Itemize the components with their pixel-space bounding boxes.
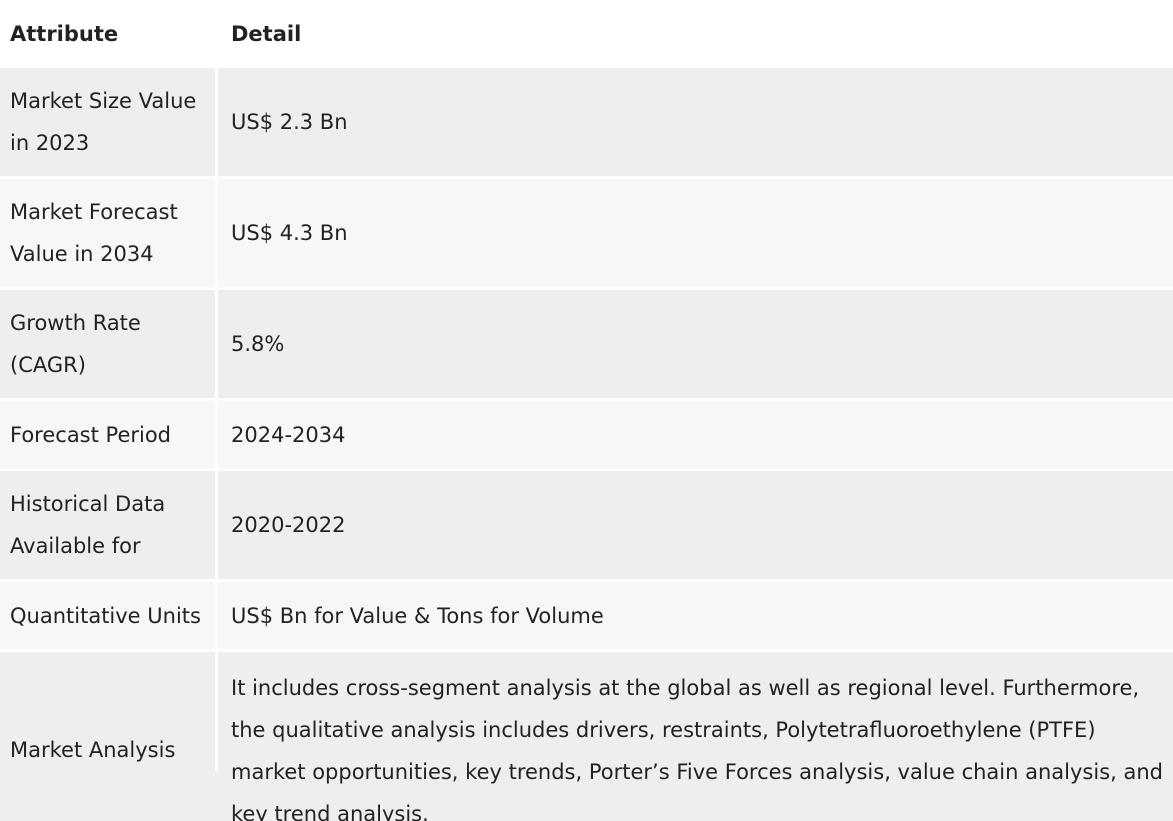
- detail-cell: 2020-2022: [231, 513, 346, 537]
- market-attributes-table: Attribute Detail Market Size Value in 20…: [0, 0, 1173, 821]
- detail-cell: It includes cross-segment analysis at th…: [231, 676, 1164, 821]
- table-header-row: Attribute Detail: [0, 0, 1173, 68]
- table-row: Quantitative Units US$ Bn for Value & To…: [0, 582, 1173, 652]
- detail-cell: US$ Bn for Value & Tons for Volume: [231, 603, 604, 628]
- attribute-cell: Growth Rate (CAGR): [0, 290, 218, 398]
- detail-cell: 5.8%: [231, 332, 285, 356]
- table-row: Forecast Period 2024-2034: [0, 401, 1173, 471]
- table-row: Growth Rate (CAGR) 5.8%: [0, 290, 1173, 401]
- table-row: Historical Data Available for 2020-2022: [0, 471, 1173, 582]
- detail-cell: 2024-2034: [231, 422, 346, 447]
- table-row: Market Forecast Value in 2034 US$ 4.3 Bn: [0, 179, 1173, 290]
- attribute-cell: Historical Data Available for: [0, 471, 218, 579]
- attribute-cell: Market Forecast Value in 2034: [0, 179, 218, 287]
- header-attribute: Attribute: [10, 22, 119, 46]
- attribute-cell: Market Size Value in 2023: [0, 68, 218, 176]
- attribute-cell: Quantitative Units: [0, 582, 218, 649]
- detail-cell: US$ 4.3 Bn: [231, 221, 348, 245]
- table-row: Market Analysis It includes cross-segmen…: [0, 652, 1173, 821]
- header-detail: Detail: [231, 22, 302, 46]
- attribute-cell: Market Analysis: [0, 652, 218, 771]
- detail-cell: US$ 2.3 Bn: [231, 110, 348, 134]
- table-row: Market Size Value in 2023 US$ 2.3 Bn: [0, 68, 1173, 179]
- attribute-cell: Forecast Period: [0, 401, 218, 468]
